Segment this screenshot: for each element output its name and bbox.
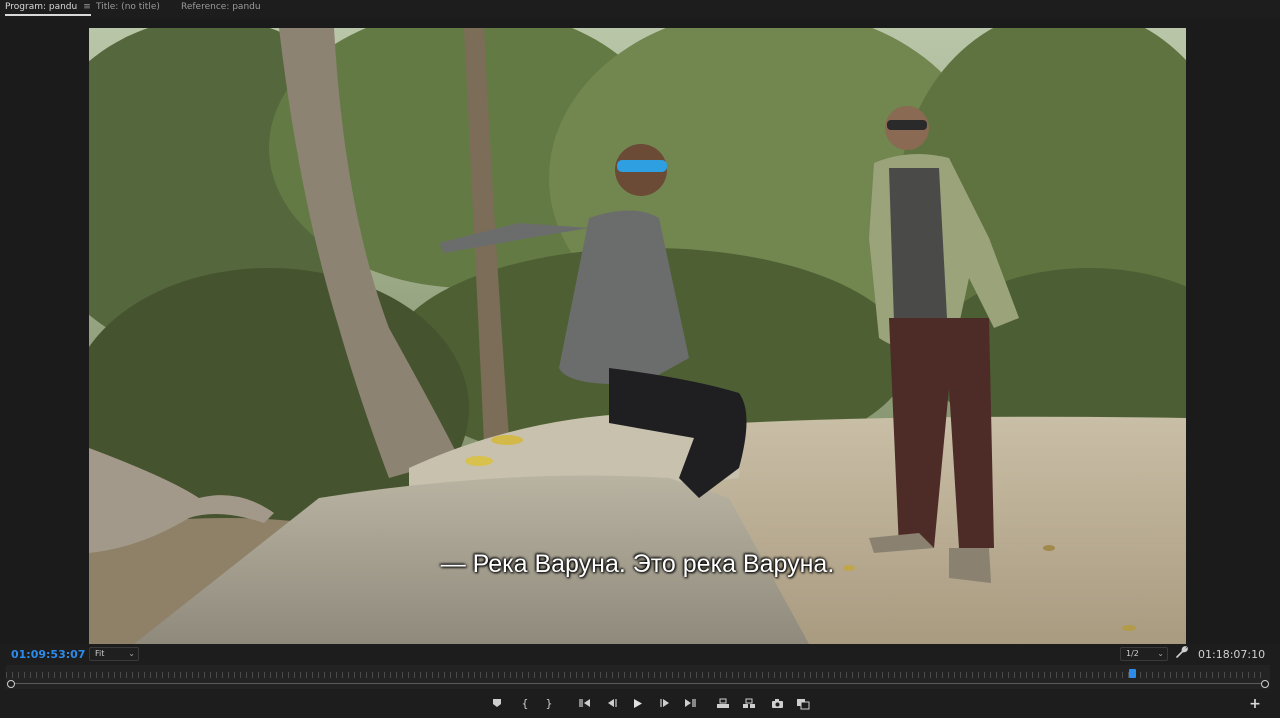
button-editor-add-button[interactable]: + [1248, 697, 1262, 711]
lift-button[interactable] [715, 696, 731, 712]
mark-out-button[interactable]: } [541, 696, 557, 712]
lift-icon [717, 698, 729, 708]
tab-program-label: Program: pandu [5, 2, 78, 12]
step-back-icon [607, 699, 617, 707]
tab-reference[interactable]: Reference: pandu [181, 2, 261, 16]
chevron-down-icon: ⌄ [1157, 649, 1164, 658]
playhead[interactable] [1128, 669, 1136, 678]
current-timecode[interactable]: 01:09:53:07 [11, 648, 85, 661]
monitor-controls-row: 01:09:53:07 Fit ⌄ 1/2 ⌄ 01:18:07:10 [0, 646, 1280, 664]
mark-in-button[interactable]: { [517, 696, 533, 712]
play-icon [633, 699, 642, 708]
step-forward-icon [659, 699, 669, 707]
comparison-view-button[interactable] [795, 696, 811, 712]
playback-resolution-select[interactable]: 1/2 ⌄ [1120, 647, 1168, 661]
wrench-icon[interactable] [1176, 646, 1190, 660]
go-to-out-button[interactable] [682, 696, 698, 712]
time-ruler-ticks [6, 672, 1262, 678]
extract-icon [743, 698, 755, 708]
duration-timecode: 01:18:07:10 [1198, 648, 1266, 661]
zoom-scroll-handle-left[interactable] [7, 680, 15, 688]
tab-reference-label: Reference: pandu [181, 2, 261, 12]
step-back-button[interactable] [603, 696, 619, 712]
hamburger-menu-icon[interactable]: ≡ [83, 2, 91, 13]
add-marker-button[interactable] [489, 696, 505, 712]
camera-icon [771, 699, 783, 708]
comparison-icon [797, 699, 810, 710]
zoom-level-select[interactable]: Fit ⌄ [89, 647, 139, 661]
zoom-scroll-handle-right[interactable] [1261, 680, 1269, 688]
transport-controls: { } [0, 694, 1280, 714]
playback-resolution-value: 1/2 [1126, 649, 1139, 658]
zoom-scroll-track[interactable] [11, 683, 1265, 684]
go-to-in-icon [579, 699, 590, 707]
plus-icon: + [1249, 696, 1261, 712]
extract-button[interactable] [741, 696, 757, 712]
play-button[interactable] [629, 696, 645, 712]
subtitle-caption: — Река Варуна. Это река Варуна. [440, 550, 835, 578]
tab-title-label: Title: (no title) [96, 2, 160, 12]
go-to-in-button[interactable] [577, 696, 593, 712]
mark-in-icon: { [521, 697, 529, 710]
step-forward-button[interactable] [657, 696, 673, 712]
go-to-out-icon [685, 699, 696, 707]
video-frame[interactable]: — Река Варуна. Это река Варуна. [89, 28, 1186, 644]
zoom-level-value: Fit [95, 649, 105, 658]
panel-tab-bar: Program: pandu ≡ Title: (no title) Refere… [0, 0, 1280, 18]
marker-icon [493, 699, 501, 707]
tab-title[interactable]: Title: (no title) [96, 2, 160, 16]
chevron-down-icon: ⌄ [128, 649, 135, 658]
export-frame-button[interactable] [769, 696, 785, 712]
tab-program[interactable]: Program: pandu ≡ [5, 2, 91, 16]
mark-out-icon: } [545, 697, 553, 710]
